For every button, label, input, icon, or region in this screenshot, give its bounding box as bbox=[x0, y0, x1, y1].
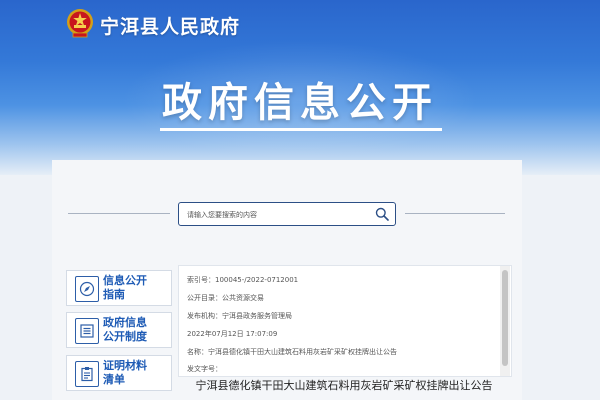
document-info-box[interactable]: 索引号：100045-/2022-0712001 公开目录：公共资源交易 发布机… bbox=[178, 265, 512, 377]
info-row-publisher: 发布机构：宁洱县政务服务管理局 bbox=[187, 312, 292, 320]
site-title[interactable]: 宁洱县人民政府 bbox=[100, 12, 240, 39]
title-underline bbox=[160, 128, 442, 131]
document-title: 宁洱县德化镇干田大山建筑石料用灰岩矿采矿权挂牌出让公告 bbox=[195, 379, 493, 392]
list-icon bbox=[75, 318, 99, 344]
info-row-name: 名称：宁洱县德化镇干田大山建筑石料用灰岩矿采矿权挂牌出让公告 bbox=[187, 348, 397, 356]
clipboard-icon bbox=[75, 361, 99, 387]
page-title: 政府信息公开 bbox=[162, 80, 438, 126]
national-emblem-icon[interactable] bbox=[66, 8, 94, 38]
sidebar-item-guide[interactable]: 信息公开 指南 bbox=[66, 270, 172, 306]
info-row-date: 2022年07月12日 17:07:09 bbox=[187, 330, 278, 338]
sidebar-item-label: 政府信息 公开制度 bbox=[103, 316, 147, 343]
info-row-catalog: 公开目录：公共资源交易 bbox=[187, 294, 264, 302]
sidebar-item-materials[interactable]: 证明材料 清单 bbox=[66, 355, 172, 391]
sidebar-item-label: 信息公开 指南 bbox=[103, 274, 147, 301]
compass-icon bbox=[75, 276, 99, 302]
info-scrollbar[interactable] bbox=[500, 266, 510, 376]
sidebar-item-label: 证明材料 清单 bbox=[103, 359, 147, 386]
scrollbar-thumb[interactable] bbox=[502, 270, 508, 366]
info-row-index: 索引号：100045-/2022-0712001 bbox=[187, 276, 299, 284]
search-box[interactable] bbox=[178, 202, 396, 226]
header-banner: 宁洱县人民政府 政府信息公开 bbox=[0, 0, 600, 175]
search-input[interactable] bbox=[185, 206, 369, 224]
sidebar-item-system[interactable]: 政府信息 公开制度 bbox=[66, 312, 172, 348]
search-icon[interactable] bbox=[375, 207, 389, 221]
search-divider-right bbox=[405, 213, 505, 214]
info-row-doc-number: 发文字号： bbox=[187, 365, 222, 373]
search-divider-left bbox=[68, 213, 170, 214]
